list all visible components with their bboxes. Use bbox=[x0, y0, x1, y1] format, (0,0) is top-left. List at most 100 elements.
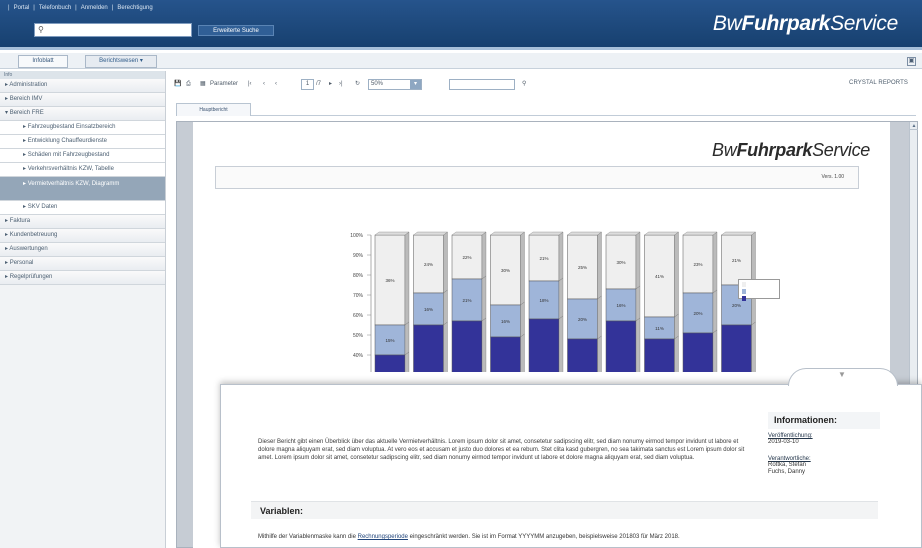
next-page-icon[interactable]: ▸ bbox=[329, 78, 332, 90]
binoculars-icon[interactable]: ⚲ bbox=[522, 78, 526, 90]
chart-data-label: 30% bbox=[501, 268, 510, 273]
sidebar-item[interactable]: ▸ Auswertungen bbox=[0, 243, 165, 257]
sidebar-item[interactable]: ▸ Bereich IMV bbox=[0, 93, 165, 107]
brand-prefix: Bw bbox=[712, 12, 742, 35]
chart-data-label: 15% bbox=[385, 338, 394, 343]
chart-bar-side bbox=[443, 231, 448, 294]
chart-bar-side bbox=[751, 231, 756, 286]
report-brand-bold: Fuhrpark bbox=[736, 140, 813, 160]
variables-description: Mithilfe der Variablenmaske kann die Rec… bbox=[258, 534, 898, 540]
sidebar-item-label: Administration bbox=[9, 82, 48, 88]
chart-bar-top bbox=[528, 231, 564, 236]
chart-bar-side bbox=[712, 231, 718, 294]
refresh-icon[interactable]: ↻ bbox=[355, 78, 360, 90]
chart-bar-segment bbox=[682, 332, 714, 436]
report-brand-prefix: Bw bbox=[712, 140, 737, 160]
search-input[interactable]: ⚲ bbox=[34, 23, 192, 37]
sidebar-item[interactable]: ▸ Administration bbox=[0, 79, 165, 93]
chart-bar-side bbox=[520, 333, 525, 436]
scroll-up-icon[interactable]: ▲ bbox=[910, 122, 918, 130]
report-logo: BwFuhrparkService bbox=[712, 140, 870, 161]
sidebar-item[interactable]: ▸ Personal bbox=[0, 257, 165, 271]
header-link-portal[interactable]: Portal bbox=[14, 5, 30, 11]
header-link-anmelden[interactable]: Anmelden bbox=[81, 5, 108, 11]
sidebar-item[interactable]: ▸ Schäden mit Fahrzeugbestand bbox=[0, 149, 165, 163]
info-panel-toggle[interactable]: ▼ bbox=[788, 368, 898, 386]
chart-bar-side bbox=[520, 231, 525, 306]
sidebar-item[interactable]: ▸ SKV Daten bbox=[0, 201, 165, 215]
y-tick-label: 90% bbox=[353, 253, 364, 259]
search-icon: ⚲ bbox=[38, 25, 44, 34]
maximize-icon[interactable]: ▣ bbox=[907, 57, 916, 66]
info-title: Informationen: bbox=[768, 412, 880, 429]
report-description: Dieser Bericht gibt einen Überblick über… bbox=[258, 439, 745, 461]
chart-bar-top bbox=[682, 231, 718, 236]
sidebar-item[interactable]: ▸ Entwicklung Chauffeurdienste bbox=[0, 135, 165, 149]
chart-bar-segment bbox=[605, 320, 637, 436]
prev-icon[interactable]: ‹ bbox=[275, 78, 277, 90]
chart-bar-side bbox=[751, 321, 756, 436]
y-tick-label: 60% bbox=[353, 313, 364, 319]
info-value-responsible-2: Fuchs, Danny bbox=[768, 469, 806, 475]
sidebar-item-label: Regelprüfungen bbox=[9, 274, 53, 280]
header-link-berechtigung[interactable]: Berechtigung bbox=[117, 5, 152, 11]
tab-hauptbericht[interactable]: Hauptbericht bbox=[176, 103, 251, 116]
chart-bar-side bbox=[404, 321, 410, 356]
chart-bar-segment bbox=[374, 354, 406, 436]
sidebar-item[interactable]: ▸ Fahrzeugbestand Einsatzbereich bbox=[0, 121, 165, 135]
sidebar-item[interactable]: ▸ Regelprüfungen bbox=[0, 271, 165, 285]
chart-bar-segment bbox=[490, 336, 521, 436]
header-link-telefonbuch[interactable]: Telefonbuch bbox=[39, 5, 71, 11]
chart-data-label: 24% bbox=[424, 262, 433, 267]
page-input[interactable]: 1 bbox=[301, 79, 314, 90]
chart-bar-side bbox=[404, 351, 410, 436]
y-tick-label: 100% bbox=[350, 233, 363, 239]
header-links: | Portal | Telefonbuch | Anmelden | Berechti… bbox=[8, 5, 153, 11]
parameter-button[interactable]: Parameter bbox=[210, 78, 238, 90]
sidebar-item-label: SKV Daten bbox=[27, 204, 58, 210]
chart-data-label: 21% bbox=[539, 256, 548, 261]
tab-bar: Infoblatt Berichtswesen ▾ ▣ bbox=[0, 53, 922, 69]
chart-data-label: 41% bbox=[655, 274, 664, 279]
chart-data-label: 16% bbox=[501, 319, 510, 324]
chart-data-label: 23% bbox=[693, 262, 702, 267]
sidebar-item[interactable]: ▸ Faktura bbox=[0, 215, 165, 229]
sidebar-item[interactable]: ▸ Kundenbetreuung bbox=[0, 229, 165, 243]
chart-bar-segment bbox=[644, 338, 675, 436]
find-input[interactable] bbox=[449, 79, 515, 90]
sidebar-item[interactable]: ▾ Bereich FRE bbox=[0, 107, 165, 121]
parameter-icon[interactable]: ▦ bbox=[200, 78, 206, 90]
sidebar-item-label: Kundenbetreuung bbox=[9, 232, 58, 238]
first-page-icon[interactable]: |‹ bbox=[248, 78, 252, 90]
chart-bar-segment bbox=[451, 320, 483, 436]
print-icon[interactable]: ⎙ bbox=[186, 78, 191, 90]
chart-bar-top bbox=[490, 231, 525, 236]
sidebar-title: Info bbox=[0, 71, 165, 79]
chart-bar-segment bbox=[528, 318, 560, 436]
chart-data-label: 21% bbox=[462, 298, 471, 303]
chart-bar-top bbox=[567, 231, 602, 236]
chart-bar-side bbox=[674, 313, 679, 340]
export-icon[interactable]: 💾 bbox=[174, 78, 181, 90]
last-page-icon[interactable]: ›| bbox=[339, 78, 343, 90]
tab-berichtswesen[interactable]: Berichtswesen ▾ bbox=[85, 55, 157, 68]
chart-bar-side bbox=[635, 231, 641, 290]
page-total: /7 bbox=[316, 81, 322, 87]
zoom-select[interactable]: 50% ▾ bbox=[368, 79, 422, 90]
prev-page-icon[interactable]: ‹ bbox=[263, 78, 265, 90]
advanced-search-button[interactable]: Erweiterte Suche bbox=[198, 25, 274, 36]
y-tick-label: 40% bbox=[353, 353, 364, 359]
brand-bold: Fuhrpark bbox=[741, 12, 831, 35]
sidebar-item[interactable]: ▸ Vermietverhältnis KZW, Diagramm bbox=[0, 177, 165, 201]
chevron-down-icon: ▼ bbox=[838, 370, 846, 379]
tab-infoblatt[interactable]: Infoblatt bbox=[18, 55, 68, 68]
sidebar-item[interactable]: ▸ Verkehrsverhältnis KZW, Tabelle bbox=[0, 163, 165, 177]
sidebar-item-label: Vermietverhältnis KZW, Diagramm bbox=[27, 181, 120, 187]
chart-data-label: 20% bbox=[693, 311, 702, 316]
chart-bar-side bbox=[520, 301, 525, 338]
info-panel: ▼ Informationen: Veröffentlichung: 2019-… bbox=[220, 368, 922, 548]
sidebar-item-label: Faktura bbox=[9, 218, 31, 224]
chart-data-label: 30% bbox=[616, 260, 625, 265]
chart-data-label: 21% bbox=[732, 258, 741, 263]
rechnungsperiode-link[interactable]: Rechnungsperiode bbox=[358, 534, 408, 540]
